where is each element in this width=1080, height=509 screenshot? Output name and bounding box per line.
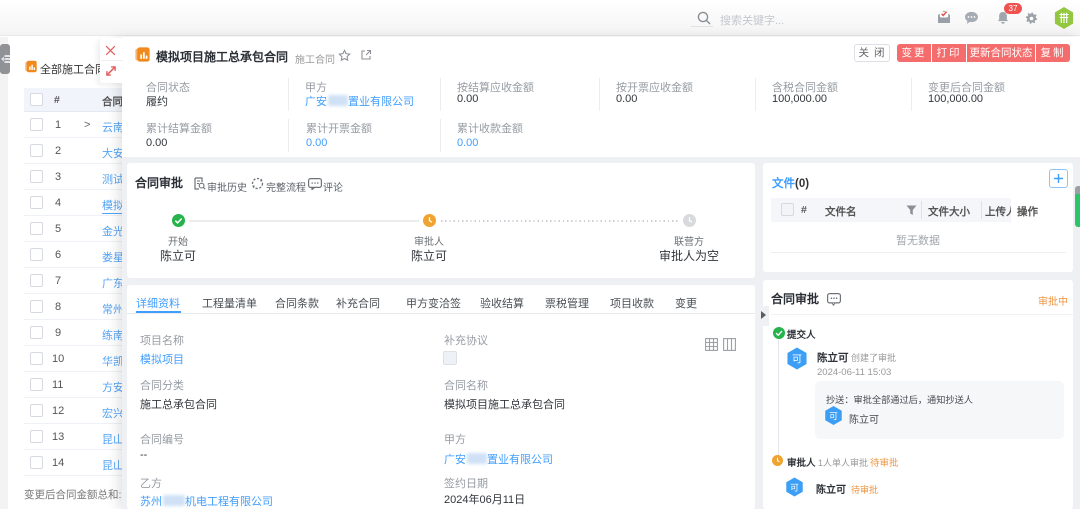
svg-text:可: 可 [792,355,802,366]
svg-text:可: 可 [829,411,838,421]
svg-text:可: 可 [790,483,799,493]
